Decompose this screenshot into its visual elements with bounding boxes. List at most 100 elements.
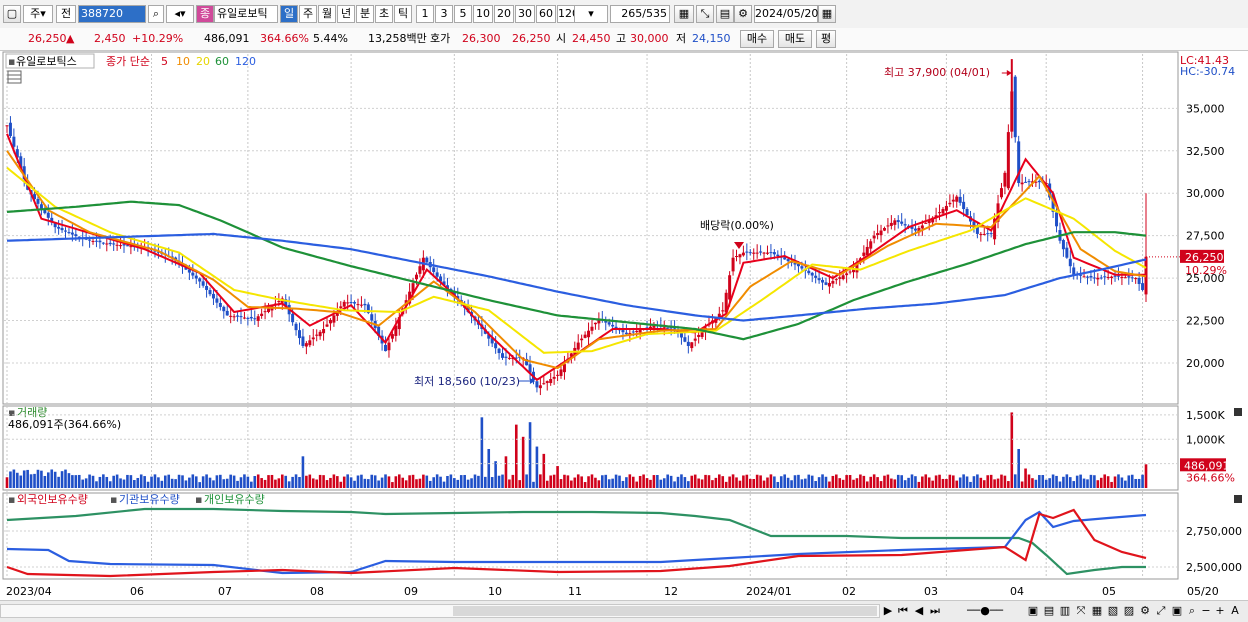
candle-body <box>339 306 343 309</box>
count-field[interactable]: 265/535 <box>610 5 670 23</box>
zoom-icon[interactable]: ⌕ <box>1186 603 1198 618</box>
volume-bar <box>19 475 23 488</box>
volume-bar <box>852 479 855 488</box>
volume-bar <box>239 477 243 488</box>
volume-bar <box>666 474 669 488</box>
layout-icon-8[interactable]: ⚙ <box>1138 603 1152 618</box>
gear-icon[interactable]: ⚙ <box>734 5 752 23</box>
volume-value: 486,091주(364.66%) <box>8 418 121 431</box>
candle-body <box>363 303 367 306</box>
calendar-icon[interactable]: ▦ <box>818 5 836 23</box>
stock-name-field[interactable]: 유일로보틱 <box>214 5 278 23</box>
period-select[interactable]: 주▾ <box>23 5 53 23</box>
legend-close-ma: 종가 단순 <box>106 55 150 68</box>
num-1[interactable]: 3 <box>435 5 453 23</box>
table-icon[interactable] <box>7 70 22 84</box>
dropdown-blank[interactable]: ▾ <box>574 5 608 23</box>
save-icon[interactable]: ▤ <box>716 5 734 23</box>
play-icon[interactable]: ▶ <box>882 603 894 618</box>
num-3[interactable]: 10 <box>473 5 493 23</box>
volume-bar <box>1075 475 1079 488</box>
num-2[interactable]: 5 <box>454 5 472 23</box>
sell-button[interactable]: 매도 <box>778 30 812 48</box>
candle-body <box>328 319 332 324</box>
volume-bar <box>305 475 308 488</box>
tab-5[interactable]: 초 <box>375 5 393 23</box>
volume-bar <box>122 479 126 488</box>
x-tick-label: 08 <box>310 585 324 598</box>
prev-page-icon[interactable]: ⏮ <box>896 603 910 618</box>
tab-3[interactable]: 년 <box>337 5 355 23</box>
scrollbar-track[interactable] <box>0 604 880 618</box>
candle-body <box>814 275 818 278</box>
cross-icon[interactable]: ⤡ <box>696 5 714 23</box>
volume-bar <box>573 477 577 488</box>
tab-0[interactable]: 일 <box>280 5 298 23</box>
volume-bar <box>263 479 267 488</box>
zoom-slider[interactable]: ──●── <box>950 603 1020 618</box>
volume-bar <box>339 481 343 488</box>
grid-icon[interactable]: ▦ <box>674 5 694 23</box>
layout-icon-10[interactable]: ▣ <box>1170 603 1184 618</box>
layout-icon-3[interactable]: ▥ <box>1058 603 1072 618</box>
minus-icon[interactable]: − <box>1200 603 1212 618</box>
candle-body <box>349 302 353 304</box>
candle-body <box>948 202 952 205</box>
layout-icon-6[interactable]: ▧ <box>1106 603 1120 618</box>
candle-body <box>201 281 205 286</box>
layout-icon-7[interactable]: ▨ <box>1122 603 1136 618</box>
holding-close-icon[interactable] <box>1234 495 1242 503</box>
volume-close-icon[interactable] <box>1234 408 1242 416</box>
layout-icon-4[interactable]: ⤧ <box>1074 603 1088 618</box>
volume-bar <box>360 474 363 488</box>
candle-body <box>807 270 811 274</box>
prev-button[interactable]: 전 <box>56 5 76 23</box>
volume-bar <box>46 472 50 488</box>
volume-bar <box>900 475 903 488</box>
vol-pct-tag: 364.66% <box>1186 471 1235 484</box>
layout-icon-2[interactable]: ▤ <box>1042 603 1056 618</box>
tab-6[interactable]: 틱 <box>394 5 412 23</box>
volume-bar <box>766 477 769 488</box>
next-page-icon[interactable]: ⏭ <box>928 603 942 618</box>
num-6[interactable]: 60 <box>536 5 556 23</box>
back-icon[interactable]: ◀ <box>912 603 926 618</box>
search-icon[interactable]: ⌕ <box>148 5 164 23</box>
volume-bar <box>102 474 105 488</box>
layout-icon-5[interactable]: ▦ <box>1090 603 1104 618</box>
tab-1[interactable]: 주 <box>299 5 317 23</box>
volume-bar <box>862 475 866 488</box>
scrollbar-thumb[interactable] <box>453 606 877 616</box>
candle-body <box>951 199 955 202</box>
candle-body <box>353 302 357 304</box>
volume-bar <box>869 476 873 488</box>
volume-bar <box>948 474 952 488</box>
font-icon[interactable]: A <box>1228 603 1242 618</box>
tab-2[interactable]: 월 <box>318 5 336 23</box>
plus-icon[interactable]: + <box>1214 603 1226 618</box>
volume-bar <box>404 480 408 488</box>
sound-icon[interactable]: ◂▾ <box>166 5 194 23</box>
volume-bar <box>501 474 504 488</box>
volume-bar <box>380 477 384 488</box>
candle-body <box>841 275 845 280</box>
date-field[interactable]: 2024/05/20 <box>754 5 818 23</box>
window-icon[interactable]: ▢ <box>3 5 21 23</box>
tab-4[interactable]: 분 <box>356 5 374 23</box>
volume-bar <box>590 474 594 488</box>
candle-body <box>387 342 391 351</box>
layout-icon-1[interactable]: ▣ <box>1026 603 1040 618</box>
candle-body <box>900 221 904 224</box>
misc-button[interactable]: 평 <box>816 30 836 48</box>
buy-button[interactable]: 매수 <box>740 30 774 48</box>
holding-dot: ▪ <box>8 493 15 506</box>
num-5[interactable]: 30 <box>515 5 535 23</box>
num-4[interactable]: 20 <box>494 5 514 23</box>
candle-body <box>886 225 890 227</box>
num-0[interactable]: 1 <box>416 5 434 23</box>
code-input[interactable]: 388720 <box>78 5 146 23</box>
layout-icon-9[interactable]: ⤢ <box>1154 603 1168 618</box>
chart-area[interactable]: 2023/04 06 07 08 09 10 11 12 2024/01 02 03 04 05 05/2… <box>0 50 1248 600</box>
volume-bar <box>597 480 601 488</box>
volume-bar <box>566 475 570 488</box>
